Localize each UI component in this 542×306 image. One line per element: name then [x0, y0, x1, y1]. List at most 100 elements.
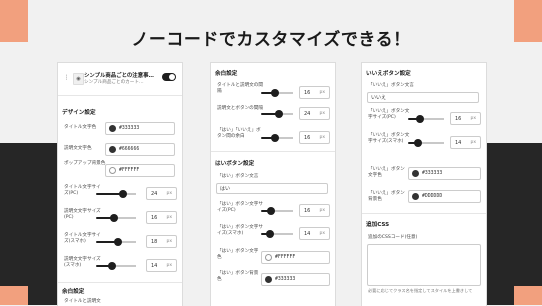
yes-size-sp-input[interactable]: 14 px — [299, 227, 330, 240]
title-size-sp-slider[interactable] — [96, 238, 136, 246]
yes-size-sp-label: 「はい」ボタン文字サイズ(スマホ) — [217, 225, 263, 236]
settings-panel-design: ⋮ ◉ シンプル商品ごとの注意事… シンプル商品ごとのカート… デザイン設定 タ… — [57, 62, 183, 306]
decor-left-band — [0, 143, 58, 305]
design-heading: デザイン設定 — [62, 110, 96, 116]
desc-size-sp-label: 説明文文字サイズ(スマホ) — [64, 257, 101, 268]
divider — [58, 282, 182, 283]
decor-bottom-left — [0, 286, 28, 305]
no-size-pc-label: 「いいえ」ボタン文字サイズ(PC) — [368, 109, 410, 120]
css-note: 必要に応じてクラス名を指定してスタイルを上書きして — [368, 288, 473, 293]
color-swatch[interactable] — [109, 146, 116, 153]
no-size-sp-input[interactable]: 14 px — [450, 136, 481, 149]
yes-size-pc-label: 「はい」ボタン文字サイズ(PC) — [217, 202, 263, 213]
settings-panel-yes-button: 余白設定 タイトルと説明文の間隔 16 px 説明文とボタンの間隔 24 px 「は… — [210, 62, 336, 306]
title-size-sp-input[interactable]: 18 px — [146, 235, 177, 248]
yes-heading: はいボタン設定 — [215, 161, 255, 167]
title-size-pc-slider[interactable] — [96, 190, 136, 198]
yes-size-pc-input[interactable]: 16 px — [299, 204, 330, 217]
title-color-field[interactable]: #333333 — [105, 122, 175, 135]
no-text-label: 「いいえ」ボタン文言 — [368, 83, 414, 88]
desc-size-pc-slider[interactable] — [96, 214, 136, 222]
title-color-value: #333333 — [119, 126, 140, 131]
margin-heading: 余白設定 — [62, 289, 85, 295]
desc-color-field[interactable]: #666666 — [105, 143, 175, 156]
yes-bg-value: #333333 — [275, 277, 296, 282]
gap2-input[interactable]: 24 px — [299, 107, 330, 120]
gap3-label: 「はい」「いいえ」ボタン間の余白 — [217, 128, 261, 139]
slider-knob[interactable] — [266, 230, 274, 238]
no-color-value: #333333 — [422, 171, 443, 176]
no-bg-label: 「いいえ」ボタン背景色 — [368, 191, 405, 202]
decor-bottom-right — [514, 286, 542, 305]
yes-bg-label: 「はい」ボタン背景色 — [217, 271, 259, 282]
yes-size-sp-slider[interactable] — [261, 230, 293, 238]
slider-knob[interactable] — [114, 238, 122, 246]
yes-text-input[interactable]: はい — [216, 183, 328, 194]
divider — [211, 151, 335, 152]
settings-panel-no-button: いいえボタン設定 「いいえ」ボタン文言 いいえ 「いいえ」ボタン文字サイズ(PC… — [361, 62, 487, 306]
title-color-label: タイトル文字色 — [64, 125, 97, 130]
popup-bg-label: ポップアップ背景色 — [64, 161, 106, 166]
color-swatch[interactable] — [412, 170, 419, 177]
desc-color-label: 説明文文字色 — [64, 146, 92, 151]
desc-color-value: #666666 — [119, 147, 140, 152]
no-bg-field[interactable]: #DDDDDD — [408, 190, 481, 203]
title-size-sp-label: タイトル文字サイズ(スマホ) — [64, 233, 101, 244]
plugin-subtitle: シンプル商品ごとのカート… — [84, 80, 144, 85]
yes-bg-field[interactable]: #333333 — [261, 273, 330, 286]
color-swatch[interactable] — [109, 125, 116, 132]
no-size-pc-input[interactable]: 16 px — [450, 112, 481, 125]
color-swatch[interactable] — [109, 167, 116, 174]
no-color-field[interactable]: #333333 — [408, 167, 481, 180]
css-textarea[interactable] — [367, 244, 481, 286]
slider-knob[interactable] — [119, 190, 127, 198]
decor-right-band — [484, 143, 542, 305]
title-size-pc-label: タイトル文字サイズ(PC) — [64, 185, 101, 196]
drag-handle-icon[interactable]: ⋮ — [62, 74, 71, 83]
color-swatch[interactable] — [412, 193, 419, 200]
yes-text-label: 「はい」ボタン文言 — [217, 174, 259, 179]
divider — [58, 95, 182, 96]
slider-knob[interactable] — [110, 214, 118, 222]
headline: ノーコードでカスタマイズできる！ — [131, 30, 411, 50]
divider — [362, 213, 486, 214]
no-color-label: 「いいえ」ボタン文字色 — [368, 167, 405, 178]
slider-knob[interactable] — [414, 139, 422, 147]
slider-knob[interactable] — [416, 115, 424, 123]
desc-size-sp-input[interactable]: 14 px — [146, 259, 177, 272]
yes-color-field[interactable]: #FFFFFF — [261, 251, 330, 264]
popup-bg-field[interactable]: #FFFFFF — [105, 164, 175, 177]
no-size-pc-slider[interactable] — [408, 115, 444, 123]
bottom-cut-label: タイトルと説明文 — [64, 299, 101, 304]
yes-color-value: #FFFFFF — [275, 255, 296, 260]
desc-size-pc-input[interactable]: 16 px — [146, 211, 177, 224]
yes-size-pc-slider[interactable] — [261, 207, 293, 215]
no-size-sp-label: 「いいえ」ボタン文字サイズ(スマホ) — [368, 133, 410, 144]
slider-knob[interactable] — [271, 134, 279, 142]
gap2-label: 説明文とボタンの間隔 — [217, 106, 263, 111]
css-heading: 追加CSS — [366, 222, 390, 228]
slider-knob[interactable] — [267, 207, 275, 215]
slider-knob[interactable] — [275, 110, 283, 118]
gap1-label: タイトルと説明文の間隔 — [217, 83, 263, 94]
no-text-input[interactable]: いいえ — [367, 92, 479, 103]
gap1-input[interactable]: 16 px — [299, 86, 330, 99]
plugin-icon: ◉ — [73, 73, 84, 85]
margin-heading: 余白設定 — [215, 71, 238, 77]
plugin-title: シンプル商品ごとの注意事… — [84, 73, 154, 79]
desc-size-sp-slider[interactable] — [96, 262, 136, 270]
gap3-input[interactable]: 16 px — [299, 131, 330, 144]
css-label: 追加のCSSコード(任意) — [368, 235, 418, 240]
slider-knob[interactable] — [271, 89, 279, 97]
gap3-slider[interactable] — [261, 134, 293, 142]
popup-bg-value: #FFFFFF — [119, 168, 140, 173]
color-swatch[interactable] — [265, 254, 272, 261]
gap2-slider[interactable] — [261, 110, 293, 118]
color-swatch[interactable] — [265, 276, 272, 283]
no-size-sp-slider[interactable] — [408, 139, 444, 147]
gap1-slider[interactable] — [261, 89, 293, 97]
desc-size-pc-label: 説明文文字サイズ(PC) — [64, 209, 101, 220]
title-size-pc-input[interactable]: 24 px — [146, 187, 177, 200]
plugin-toggle[interactable] — [162, 73, 176, 81]
slider-knob[interactable] — [108, 262, 116, 270]
